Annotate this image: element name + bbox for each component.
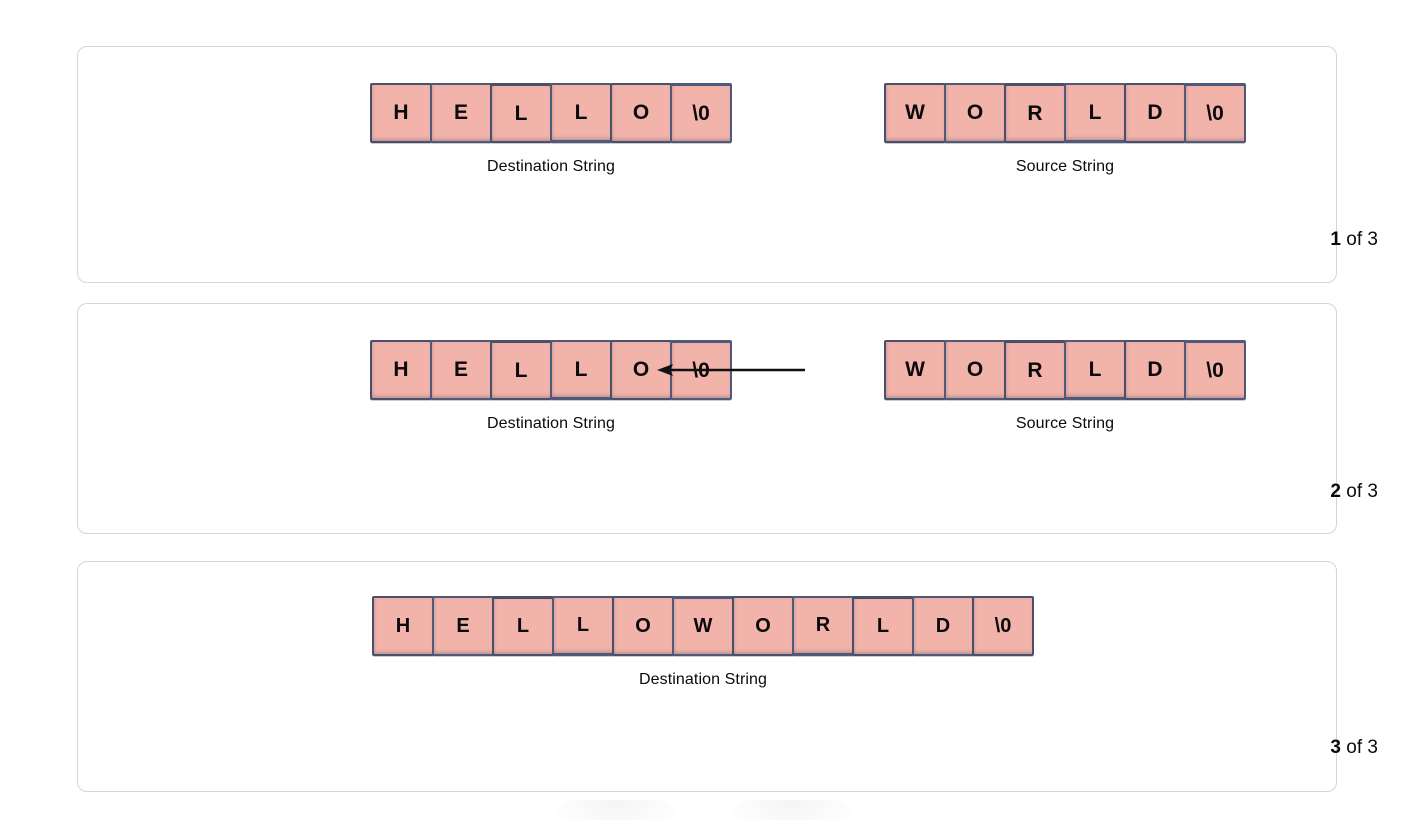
string-cell: \0: [972, 596, 1034, 656]
string-cell: \0: [1184, 340, 1246, 400]
string-cell: W: [884, 83, 946, 143]
string-cell: W: [884, 340, 946, 400]
string-cell: \0: [1184, 83, 1246, 143]
string-cell: L: [492, 596, 554, 656]
string-cell: E: [432, 596, 494, 656]
page-indicator-1: 1 of 3: [1330, 229, 1378, 251]
page-indicator-2: 2 of 3: [1330, 481, 1378, 503]
page-of-label: of: [1346, 481, 1363, 502]
step-panel-3: H E L L O W O R L D \0 Destination String: [77, 561, 1337, 792]
string-cell: O: [944, 83, 1006, 143]
destination-string-group: H E L L O \0 Destination String: [370, 83, 732, 176]
string-cell: L: [852, 596, 914, 656]
source-string-group: W O R L D \0 Source String: [884, 340, 1246, 433]
destination-string-cells: H E L L O W O R L D \0: [372, 596, 1034, 656]
source-string-label: Source String: [1015, 158, 1115, 175]
page-of-label: of: [1346, 229, 1363, 250]
string-cell: L: [1064, 83, 1126, 143]
ghost-button-right: [733, 800, 851, 820]
page-current-number: 2: [1330, 481, 1341, 502]
page-current-number: 1: [1330, 229, 1341, 250]
bottom-controls-ghost: [0, 800, 1408, 820]
destination-string-label: Destination String: [486, 158, 616, 175]
string-cell: \0: [670, 340, 732, 400]
string-cell: R: [1004, 340, 1066, 400]
page-total-number: 3: [1367, 229, 1378, 250]
source-string-label: Source String: [1015, 415, 1115, 432]
string-cell: D: [912, 596, 974, 656]
string-cell: \0: [670, 83, 732, 143]
destination-string-group: H E L L O \0 Destination String: [370, 340, 732, 433]
string-cell: O: [610, 83, 672, 143]
string-cell: E: [430, 340, 492, 400]
destination-string-cells: H E L L O \0: [370, 340, 732, 400]
destination-string-cells: H E L L O \0: [370, 83, 732, 143]
string-cell: H: [370, 340, 432, 400]
diagram-canvas: H E L L O \0 Destination String W O R L D \0 Sourc…: [0, 0, 1408, 820]
string-cell: W: [672, 596, 734, 656]
string-cell: D: [1124, 340, 1186, 400]
source-string-cells: W O R L D \0: [884, 340, 1246, 400]
string-cell: D: [1124, 83, 1186, 143]
source-string-cells: W O R L D \0: [884, 83, 1246, 143]
string-cell: E: [430, 83, 492, 143]
string-cell: R: [1004, 83, 1066, 143]
string-cell: O: [732, 596, 794, 656]
string-cell: O: [944, 340, 1006, 400]
string-cell: H: [372, 596, 434, 656]
source-string-group: W O R L D \0 Source String: [884, 83, 1246, 176]
string-cell: L: [1064, 340, 1126, 400]
step-panel-1: H E L L O \0 Destination String W O R L D \0 Sourc…: [77, 46, 1337, 283]
page-of-label: of: [1346, 737, 1363, 758]
destination-string-group: H E L L O W O R L D \0 Destination String: [372, 596, 1034, 689]
string-cell: L: [490, 340, 552, 400]
string-cell: O: [610, 340, 672, 400]
destination-string-label: Destination String: [638, 671, 768, 688]
string-cell: L: [550, 340, 612, 400]
string-cell: H: [370, 83, 432, 143]
string-cell: L: [490, 83, 552, 143]
page-total-number: 3: [1367, 481, 1378, 502]
page-current-number: 3: [1330, 737, 1341, 758]
string-cell: L: [552, 596, 614, 656]
page-indicator-3: 3 of 3: [1330, 737, 1378, 759]
string-cell: R: [792, 596, 854, 656]
string-cell: L: [550, 83, 612, 143]
step-panel-2: H E L L O \0 Destination String W O R L D \0 Sourc…: [77, 303, 1337, 534]
ghost-button-left: [557, 800, 675, 820]
page-total-number: 3: [1367, 737, 1378, 758]
destination-string-label: Destination String: [486, 415, 616, 432]
string-cell: O: [612, 596, 674, 656]
